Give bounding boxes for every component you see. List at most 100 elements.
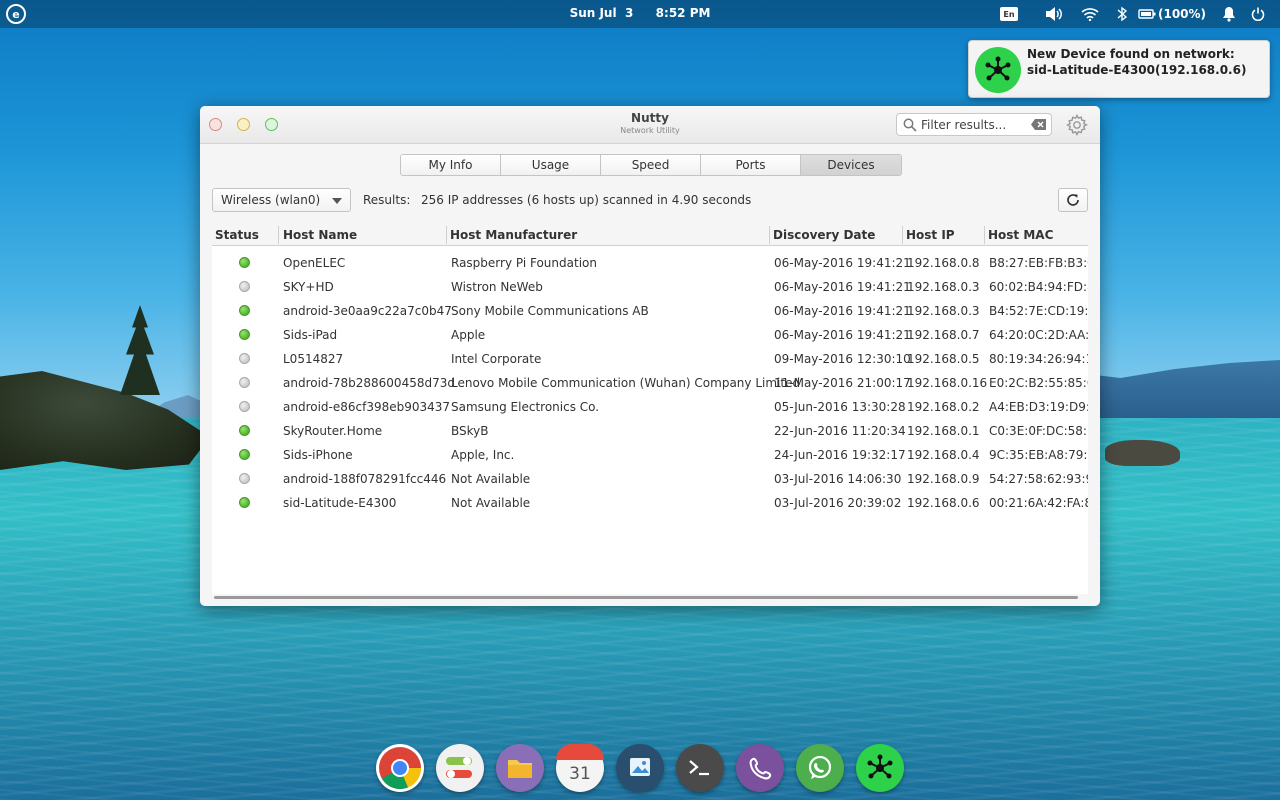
column-divider[interactable]: [902, 226, 903, 244]
calendar-header: [556, 744, 604, 760]
table-row[interactable]: android-78b288600458d73d Lenovo Mobile Co…: [212, 371, 1088, 395]
host-name-cell: Sids-iPad: [283, 328, 338, 342]
battery-icon[interactable]: [1136, 4, 1158, 24]
interface-selected-value: Wireless (wlan0): [221, 193, 321, 207]
table-row[interactable]: L0514827 Intel Corporate 09-May-2016 12:30…: [212, 347, 1088, 371]
discovery-date-cell: 03-Jul-2016 14:06:30: [774, 472, 902, 486]
clear-search-icon[interactable]: [1031, 119, 1046, 130]
chrome-icon[interactable]: [376, 744, 424, 792]
manufacturer-cell: Raspberry Pi Foundation: [451, 256, 597, 270]
power-icon[interactable]: [1244, 4, 1272, 24]
window-titlebar[interactable]: Nutty Network Utility: [200, 106, 1100, 144]
tab-ports[interactable]: Ports: [701, 155, 801, 175]
status-down-icon: [239, 401, 250, 412]
table-row[interactable]: SKY+HD Wistron NeWeb 06-May-2016 19:41:21 1…: [212, 275, 1088, 299]
discovery-date-cell: 06-May-2016 19:41:21: [774, 280, 911, 294]
photos-icon[interactable]: [616, 744, 664, 792]
column-header-discovery-date[interactable]: Discovery Date: [773, 228, 875, 242]
table-row[interactable]: Sids-iPhone Apple, Inc. 24-Jun-2016 19:32:…: [212, 443, 1088, 467]
files-icon[interactable]: [496, 744, 544, 792]
switchboard-icon[interactable]: [436, 744, 484, 792]
host-ip-cell: 192.168.0.4: [907, 448, 980, 462]
wallpaper-rock: [1105, 440, 1180, 466]
tab-speed[interactable]: Speed: [601, 155, 701, 175]
host-ip-cell: 192.168.0.2: [907, 400, 980, 414]
host-name-cell: android-188f078291fcc446: [283, 472, 447, 486]
tab-usage[interactable]: Usage: [501, 155, 601, 175]
refresh-icon: [1067, 194, 1079, 206]
gear-icon[interactable]: [1066, 114, 1088, 136]
host-mac-cell: C0:3E:0F:DC:58:B4: [989, 424, 1088, 438]
host-ip-cell: 192.168.0.9: [907, 472, 980, 486]
host-ip-cell: 192.168.0.7: [907, 328, 980, 342]
status-up-icon: [239, 305, 250, 316]
discovery-date-cell: 06-May-2016 19:41:21: [774, 328, 911, 342]
table-row[interactable]: android-e86cf398eb903437 Samsung Electron…: [212, 395, 1088, 419]
notifications-icon[interactable]: [1214, 4, 1244, 24]
host-mac-cell: 54:27:58:62:93:90: [989, 472, 1088, 486]
manufacturer-cell: Lenovo Mobile Communication (Wuhan) Comp…: [451, 376, 801, 390]
discovery-date-cell: 06-May-2016 19:41:21: [774, 256, 911, 270]
manufacturer-cell: Samsung Electronics Co.: [451, 400, 600, 414]
host-mac-cell: 9C:35:EB:A8:79:92: [989, 448, 1088, 462]
column-divider[interactable]: [446, 226, 447, 244]
manufacturer-cell: Apple, Inc.: [451, 448, 515, 462]
interface-dropdown[interactable]: Wireless (wlan0): [212, 188, 351, 212]
host-name-cell: SKY+HD: [283, 280, 334, 294]
host-name-cell: android-e86cf398eb903437: [283, 400, 451, 414]
host-name-cell: Sids-iPhone: [283, 448, 353, 462]
column-header-host-name[interactable]: Host Name: [283, 228, 357, 242]
notification-title: New Device found on network:: [1027, 47, 1235, 61]
status-down-icon: [239, 353, 250, 364]
table-row[interactable]: Sids-iPad Apple 06-May-2016 19:41:21 192.16…: [212, 323, 1088, 347]
host-mac-cell: 80:19:34:26:94:13: [989, 352, 1088, 366]
column-divider[interactable]: [769, 226, 770, 244]
bluetooth-icon[interactable]: [1108, 4, 1136, 24]
status-up-icon: [239, 257, 250, 268]
table-row[interactable]: SkyRouter.Home BSkyB 22-Jun-2016 11:20:34 1…: [212, 419, 1088, 443]
table-row[interactable]: android-3e0aa9c22a7c0b47 Sony Mobile Comm…: [212, 299, 1088, 323]
manufacturer-cell: Sony Mobile Communications AB: [451, 304, 649, 318]
host-mac-cell: A4:EB:D3:19:D9:C2: [989, 400, 1088, 414]
column-header-manufacturer[interactable]: Host Manufacturer: [450, 228, 577, 242]
host-name-cell: SkyRouter.Home: [283, 424, 383, 438]
keyboard-layout-indicator[interactable]: En: [1000, 7, 1018, 21]
clock-date[interactable]: Sun Jul 3: [570, 6, 634, 20]
host-mac-cell: 00:21:6A:42:FA:80: [989, 496, 1088, 510]
status-up-icon: [239, 329, 250, 340]
tab-my-info[interactable]: My Info: [401, 155, 501, 175]
results-summary: 256 IP addresses (6 hosts up) scanned in…: [421, 193, 752, 207]
filter-search-box[interactable]: [896, 113, 1052, 136]
discovery-date-cell: 06-May-2016 19:41:21: [774, 304, 911, 318]
new-device-notification[interactable]: New Device found on network: sid-Latitud…: [968, 40, 1270, 98]
column-header-host-ip[interactable]: Host IP: [906, 228, 955, 242]
table-row[interactable]: android-188f078291fcc446 Not Available 03-…: [212, 467, 1088, 491]
volume-icon[interactable]: [1036, 4, 1072, 24]
applications-menu-icon[interactable]: e: [6, 4, 26, 24]
calendar-icon[interactable]: 31: [556, 744, 604, 792]
battery-percentage[interactable]: (100%): [1158, 4, 1214, 24]
horizontal-scrollbar[interactable]: [214, 596, 1078, 599]
column-divider[interactable]: [278, 226, 279, 244]
viber-icon[interactable]: [736, 744, 784, 792]
clock-time[interactable]: 8:52 PM: [656, 6, 711, 20]
host-mac-cell: B4:52:7E:CD:19:6A: [989, 304, 1088, 318]
status-up-icon: [239, 497, 250, 508]
column-divider[interactable]: [984, 226, 985, 244]
host-name-cell: android-3e0aa9c22a7c0b47: [283, 304, 452, 318]
wifi-icon[interactable]: [1072, 4, 1108, 24]
column-header-host-mac[interactable]: Host MAC: [988, 228, 1053, 242]
nutty-icon[interactable]: [856, 744, 904, 792]
column-header-status[interactable]: Status: [215, 228, 259, 242]
view-tabs: My Info Usage Speed Ports Devices: [400, 154, 902, 176]
notification-body: sid-Latitude-E4300(192.168.0.6): [1027, 63, 1247, 77]
table-row[interactable]: sid-Latitude-E4300 Not Available 03-Jul-20…: [212, 491, 1088, 515]
refresh-button[interactable]: [1058, 188, 1088, 212]
whatsapp-icon[interactable]: [796, 744, 844, 792]
tab-devices[interactable]: Devices: [801, 155, 901, 175]
nutty-window: Nutty Network Utility My Info Usage Spee…: [200, 106, 1100, 606]
filter-input[interactable]: [921, 117, 1025, 133]
terminal-icon[interactable]: [676, 744, 724, 792]
table-row[interactable]: OpenELEC Raspberry Pi Foundation 06-May-20…: [212, 251, 1088, 275]
discovery-date-cell: 22-Jun-2016 11:20:34: [774, 424, 906, 438]
